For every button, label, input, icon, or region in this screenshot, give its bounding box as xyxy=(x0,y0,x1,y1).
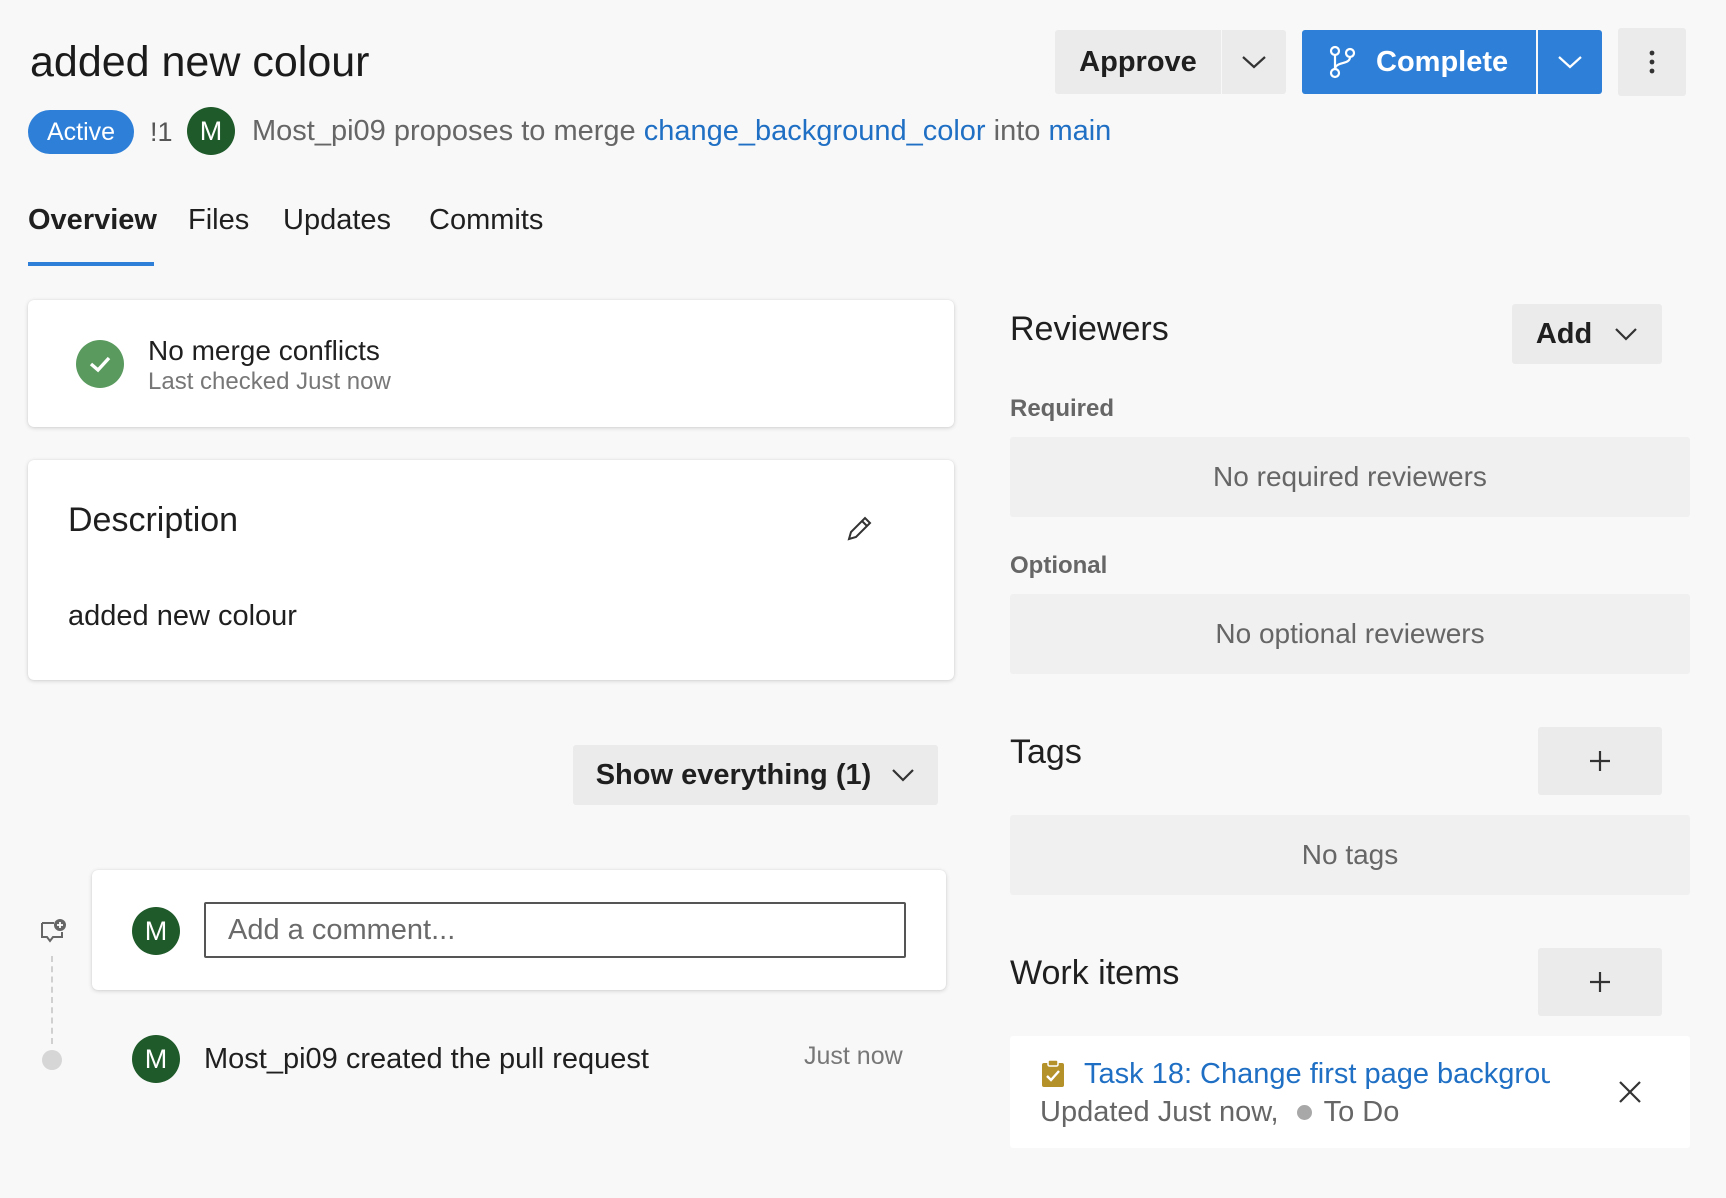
tab-updates[interactable]: Updates xyxy=(283,204,391,237)
chevron-down-icon xyxy=(1558,56,1582,69)
task-clipboard-icon xyxy=(1040,1058,1066,1088)
complete-options-button[interactable] xyxy=(1538,30,1602,94)
tab-commits[interactable]: Commits xyxy=(429,204,543,237)
branch-merge-icon xyxy=(1329,45,1356,79)
comment-input[interactable] xyxy=(204,902,906,958)
merge-summary: Most_pi09 proposes to merge change_backg… xyxy=(252,115,1111,148)
tab-overview[interactable]: Overview xyxy=(28,204,157,237)
work-items-title: Work items xyxy=(1010,954,1180,992)
tags-title: Tags xyxy=(1010,733,1082,771)
optional-label: Optional xyxy=(1010,552,1108,579)
edit-pencil-icon[interactable] xyxy=(844,514,874,544)
merge-status-subtitle: Last checked Just now xyxy=(148,368,391,395)
complete-label: Complete xyxy=(1376,45,1509,78)
description-title: Description xyxy=(68,501,239,539)
activity-text: Most_pi09 created the pull request xyxy=(204,1043,649,1075)
avatar: M xyxy=(132,907,180,955)
reviewers-title: Reviewers xyxy=(1010,310,1169,348)
optional-reviewers-empty: No optional reviewers xyxy=(1010,594,1690,674)
description-card xyxy=(28,460,954,680)
tags-empty: No tags xyxy=(1010,815,1690,895)
description-body: added new colour xyxy=(68,600,297,632)
remove-work-item-close-icon[interactable] xyxy=(1614,1076,1646,1108)
page-title: added new colour xyxy=(30,38,370,86)
status-badge: Active xyxy=(28,110,135,154)
add-reviewer-button[interactable]: Add xyxy=(1512,304,1662,364)
more-vertical-icon xyxy=(1649,50,1655,74)
chevron-down-icon xyxy=(1242,56,1266,69)
required-reviewers-empty: No required reviewers xyxy=(1010,437,1690,517)
approve-button[interactable]: Approve xyxy=(1055,30,1221,94)
state-dot-icon xyxy=(1296,1105,1312,1120)
merge-status-title: No merge conflicts xyxy=(148,335,380,366)
proposes-text: proposes to merge xyxy=(393,115,636,147)
work-item-link[interactable]: Task 18: Change first page background co… xyxy=(1084,1058,1550,1091)
work-item-state: To Do xyxy=(1323,1096,1400,1128)
source-branch-link[interactable]: change_background_color xyxy=(644,115,986,147)
required-label: Required xyxy=(1010,395,1115,422)
check-circle-icon xyxy=(76,340,124,388)
timeline-line xyxy=(51,956,53,1044)
avatar: M xyxy=(187,107,235,155)
add-tag-button[interactable] xyxy=(1538,727,1662,795)
plus-icon xyxy=(1590,751,1610,771)
plus-icon xyxy=(1590,972,1610,992)
timeline-dot xyxy=(42,1050,62,1070)
add-work-item-button[interactable] xyxy=(1538,948,1662,1016)
work-item-updated: Updated Just now, xyxy=(1040,1096,1279,1128)
approve-options-button[interactable] xyxy=(1222,30,1286,94)
tab-files[interactable]: Files xyxy=(188,204,249,237)
work-item-card[interactable] xyxy=(1010,1036,1690,1148)
chevron-down-icon xyxy=(892,769,915,782)
target-branch-link[interactable]: main xyxy=(1048,115,1111,147)
avatar: M xyxy=(132,1035,180,1083)
chevron-down-icon xyxy=(1615,328,1637,341)
work-item-meta: Updated Just now, To Do xyxy=(1040,1096,1399,1129)
into-text: into xyxy=(993,115,1041,147)
activity-filter-button[interactable]: Show everything (1) xyxy=(573,745,938,805)
activity-filter-label: Show everything (1) xyxy=(595,758,872,791)
pr-id: !1 xyxy=(150,117,173,147)
active-tab-indicator xyxy=(28,262,154,266)
activity-time: Just now xyxy=(804,1042,903,1070)
add-comment-icon[interactable] xyxy=(38,917,68,947)
more-actions-button[interactable] xyxy=(1618,28,1686,96)
complete-button[interactable]: Complete xyxy=(1302,30,1536,94)
add-reviewer-label: Add xyxy=(1535,317,1593,350)
author-name: Most_pi09 xyxy=(252,115,386,147)
